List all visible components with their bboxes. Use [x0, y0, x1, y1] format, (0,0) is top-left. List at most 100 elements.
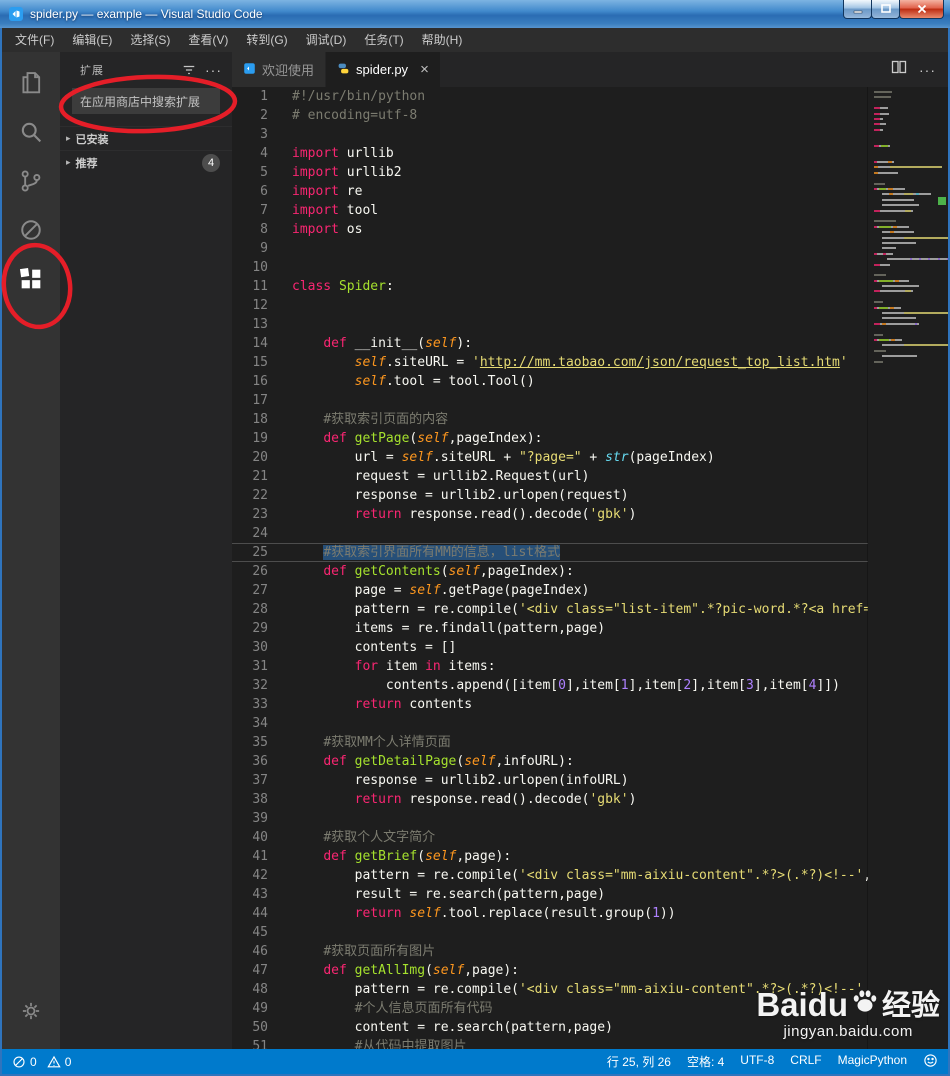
code-text: return contents	[354, 697, 473, 712]
eol[interactable]: CRLF	[790, 1053, 821, 1070]
code-text: #获取索引页面的内容	[323, 412, 449, 427]
errors-indicator[interactable]: 0	[12, 1055, 37, 1069]
search-icon[interactable]	[6, 107, 56, 156]
section-已安装[interactable]: ▸ 已安装	[60, 126, 232, 150]
menu-item[interactable]: 转到(G)	[237, 28, 296, 52]
indentation[interactable]: 空格: 4	[687, 1053, 724, 1070]
filter-icon[interactable]	[182, 63, 196, 77]
code-line: 24	[232, 524, 948, 543]
code-text: response = urllib2.urlopen(request)	[292, 488, 629, 503]
tab-spider.py[interactable]: spider.py ×	[326, 52, 441, 87]
code-text: self.tool = tool.Tool()	[354, 374, 535, 389]
menu-item[interactable]: 查看(V)	[179, 28, 237, 52]
code-line: 7 import tool	[232, 201, 948, 220]
more-actions-icon[interactable]: ···	[205, 62, 222, 78]
code-line: 23 return response.read().decode('gbk')	[232, 505, 948, 524]
vscode-logo-icon	[8, 6, 24, 22]
code-text: #获取索引界面所有MM的信息，list格式	[323, 545, 561, 560]
code-line: 2 # encoding=utf-8	[232, 106, 948, 125]
code-line: 9	[232, 239, 948, 258]
code-line: 5 import urllib2	[232, 163, 948, 182]
line-number: 17	[252, 393, 268, 408]
code-line: 33 return contents	[232, 695, 948, 714]
line-number: 44	[252, 906, 268, 921]
line-number: 4	[260, 146, 268, 161]
tab-欢迎使用[interactable]: 欢迎使用	[232, 52, 327, 87]
menu-item[interactable]: 调试(D)	[297, 28, 356, 52]
line-number: 46	[252, 944, 268, 959]
code-line: 21 request = urllib2.Request(url)	[232, 467, 948, 486]
code-text: #!/usr/bin/python	[292, 89, 426, 104]
code-text: return response.read().decode('gbk')	[354, 507, 637, 522]
editor-body[interactable]: 1 #!/usr/bin/python 2 # encoding=utf-8 3 4 imp…	[232, 87, 948, 1049]
line-number: 39	[252, 811, 268, 826]
menu-item[interactable]: 帮助(H)	[413, 28, 472, 52]
line-number: 5	[260, 165, 268, 180]
code-text: import tool	[292, 203, 379, 218]
line-number: 26	[252, 564, 268, 579]
code-text: content = re.search(pattern,page)	[292, 1020, 613, 1035]
code-text: result = re.search(pattern,page)	[292, 887, 606, 902]
line-number: 33	[252, 697, 268, 712]
minimap-content	[874, 91, 948, 363]
menu-item[interactable]: 任务(T)	[355, 28, 412, 52]
code-text: self.siteURL = 'http://mm.taobao.com/jso…	[354, 355, 848, 370]
code-text: response = urllib2.urlopen(infoURL)	[292, 773, 629, 788]
code-line: 36 def getDetailPage(self,infoURL):	[232, 752, 948, 771]
code-text: page = self.getPage(pageIndex)	[292, 583, 590, 598]
line-number: 11	[252, 279, 268, 294]
feedback-smiley-icon[interactable]	[923, 1053, 938, 1071]
warnings-indicator[interactable]: 0	[47, 1054, 72, 1069]
code-text: def getPage(self,pageIndex):	[323, 431, 543, 446]
explorer-icon[interactable]	[6, 58, 56, 107]
code-line: 35 #获取MM个人详情页面	[232, 733, 948, 752]
debug-icon[interactable]	[6, 205, 56, 254]
menu-item[interactable]: 选择(S)	[121, 28, 179, 52]
minimize-icon[interactable]	[843, 0, 872, 19]
code-line: 1 #!/usr/bin/python	[232, 87, 948, 106]
extension-search-input[interactable]: 在应用商店中搜索扩展	[72, 88, 220, 114]
language-mode[interactable]: MagicPython	[838, 1053, 907, 1070]
settings-gear-icon[interactable]	[6, 986, 56, 1035]
line-number: 24	[252, 526, 268, 541]
editor-actions: ···	[891, 52, 948, 87]
window-controls	[843, 0, 944, 19]
chevron-right-icon: ▸	[66, 133, 71, 143]
code-line: 28 pattern = re.compile('<div class="lis…	[232, 600, 948, 619]
code-line: 32 contents.append([item[0],item[1],item…	[232, 676, 948, 695]
title-bar: spider.py — example — Visual Studio Code	[0, 0, 950, 28]
menu-item[interactable]: 文件(F)	[6, 28, 63, 52]
window-title: spider.py — example — Visual Studio Code	[30, 7, 263, 21]
minimap[interactable]	[868, 87, 948, 1049]
line-number: 6	[260, 184, 268, 199]
close-tab-icon[interactable]: ×	[420, 62, 429, 77]
code-line: 46 #获取页面所有图片	[232, 942, 948, 961]
code-text: #个人信息页面所有代码	[354, 1001, 493, 1016]
line-number: 27	[252, 583, 268, 598]
line-number: 19	[252, 431, 268, 446]
code-line: 16 self.tool = tool.Tool()	[232, 372, 948, 391]
menu-item[interactable]: 编辑(E)	[63, 28, 121, 52]
split-editor-icon[interactable]	[891, 59, 907, 80]
code-text: return self.tool.replace(result.group(1)…	[354, 906, 676, 921]
code-line: 30 contents = []	[232, 638, 948, 657]
cursor-position[interactable]: 行 25, 列 26	[607, 1053, 671, 1070]
close-icon[interactable]	[899, 0, 944, 19]
line-number: 23	[252, 507, 268, 522]
maximize-icon[interactable]	[871, 0, 900, 19]
section-推荐[interactable]: ▸ 推荐 4	[60, 150, 232, 174]
line-number: 13	[252, 317, 268, 332]
code-line: 20 url = self.siteURL + "?page=" + str(p…	[232, 448, 948, 467]
source-control-icon[interactable]	[6, 156, 56, 205]
warnings-count: 0	[64, 1054, 72, 1069]
line-number: 30	[252, 640, 268, 655]
code-text: def getContents(self,pageIndex):	[323, 564, 574, 579]
more-actions-icon[interactable]: ···	[919, 62, 936, 78]
encoding[interactable]: UTF-8	[740, 1053, 774, 1070]
code-text: def getDetailPage(self,infoURL):	[323, 754, 574, 769]
code-text: #获取页面所有图片	[323, 944, 436, 959]
code-text: import urllib2	[292, 165, 402, 180]
extensions-icon[interactable]	[6, 254, 56, 303]
code-text: contents = []	[292, 640, 457, 655]
line-number: 45	[252, 925, 268, 940]
